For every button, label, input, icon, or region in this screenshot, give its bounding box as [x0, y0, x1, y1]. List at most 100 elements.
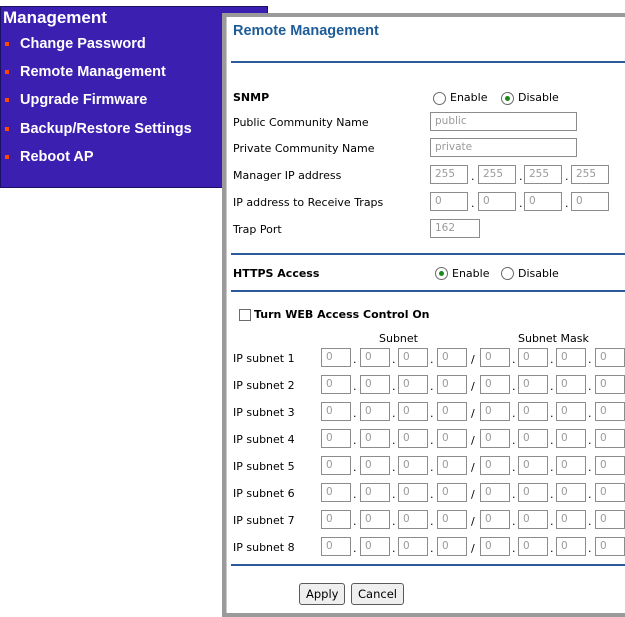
menu-item-reboot-ap[interactable]: Reboot AP: [5, 149, 94, 165]
subnet-mask-octet-input[interactable]: 0: [518, 375, 548, 394]
subnet-row-label: IP subnet 4: [233, 433, 295, 446]
subnet-mask-octet-input[interactable]: 0: [480, 483, 510, 502]
apply-button[interactable]: Apply: [299, 583, 346, 605]
ip-dot: .: [353, 515, 357, 528]
ip-dot: .: [353, 542, 357, 555]
subnet-mask-octet-input[interactable]: 0: [556, 348, 586, 367]
subnet-octet-input[interactable]: 0: [360, 375, 390, 394]
subnet-octet-input[interactable]: 0: [321, 510, 351, 529]
subnet-octet-input[interactable]: 0: [321, 429, 351, 448]
traps-ip-octet-1[interactable]: 0: [430, 192, 468, 211]
subnet-mask-octet-input[interactable]: 0: [556, 537, 586, 556]
subnet-row-label: IP subnet 3: [233, 406, 295, 419]
subnet-octet-input[interactable]: 0: [398, 537, 428, 556]
subnet-mask-octet-input[interactable]: 0: [518, 402, 548, 421]
subnet-mask-octet-input[interactable]: 0: [595, 510, 625, 529]
private-community-input[interactable]: private: [430, 138, 577, 157]
subnet-mask-octet-input[interactable]: 0: [480, 375, 510, 394]
subnet-octet-input[interactable]: 0: [437, 483, 467, 502]
subnet-mask-octet-input[interactable]: 0: [595, 375, 625, 394]
subnet-octet-input[interactable]: 0: [360, 510, 390, 529]
subnet-mask-octet-input[interactable]: 0: [480, 456, 510, 475]
subnet-octet-input[interactable]: 0: [437, 537, 467, 556]
subnet-octet-input[interactable]: 0: [398, 510, 428, 529]
ip-dot: .: [392, 380, 396, 393]
trap-port-input[interactable]: 162: [430, 219, 480, 238]
traps-ip-octet-2[interactable]: 0: [478, 192, 516, 211]
subnet-octet-input[interactable]: 0: [437, 429, 467, 448]
subnet-octet-input[interactable]: 0: [437, 348, 467, 367]
subnet-mask-octet-input[interactable]: 0: [556, 483, 586, 502]
subnet-octet-input[interactable]: 0: [398, 348, 428, 367]
subnet-mask-octet-input[interactable]: 0: [518, 429, 548, 448]
subnet-octet-input[interactable]: 0: [398, 456, 428, 475]
bullet-icon: [5, 70, 9, 75]
subnet-mask-octet-input[interactable]: 0: [595, 348, 625, 367]
subnet-octet-input[interactable]: 0: [321, 456, 351, 475]
subnet-mask-octet-input[interactable]: 0: [480, 402, 510, 421]
subnet-octet-input[interactable]: 0: [398, 402, 428, 421]
subnet-mask-octet-input[interactable]: 0: [556, 375, 586, 394]
ip-dot: .: [588, 488, 592, 501]
manager-ip-octet-2[interactable]: 255: [478, 165, 516, 184]
manager-ip-octet-4[interactable]: 255: [571, 165, 609, 184]
subnet-octet-input[interactable]: 0: [360, 456, 390, 475]
subnet-mask-octet-input[interactable]: 0: [480, 348, 510, 367]
menu-item-change-password[interactable]: Change Password: [5, 36, 146, 52]
traps-ip-label: IP address to Receive Traps: [233, 196, 384, 209]
subnet-octet-input[interactable]: 0: [321, 402, 351, 421]
ip-dot: .: [392, 461, 396, 474]
subnet-octet-input[interactable]: 0: [437, 375, 467, 394]
subnet-octet-input[interactable]: 0: [321, 375, 351, 394]
ip-dot: .: [471, 170, 475, 183]
subnet-octet-input[interactable]: 0: [437, 456, 467, 475]
cancel-button[interactable]: Cancel: [351, 583, 404, 605]
subnet-octet-input[interactable]: 0: [437, 402, 467, 421]
web-access-checkbox[interactable]: [239, 309, 251, 321]
subnet-mask-octet-input[interactable]: 0: [556, 402, 586, 421]
subnet-slash: /: [471, 542, 475, 555]
subnet-mask-octet-input[interactable]: 0: [595, 402, 625, 421]
subnet-mask-octet-input[interactable]: 0: [556, 456, 586, 475]
subnet-octet-input[interactable]: 0: [398, 375, 428, 394]
subnet-mask-octet-input[interactable]: 0: [480, 429, 510, 448]
subnet-mask-octet-input[interactable]: 0: [556, 429, 586, 448]
subnet-octet-input[interactable]: 0: [321, 483, 351, 502]
subnet-octet-input[interactable]: 0: [321, 537, 351, 556]
subnet-mask-octet-input[interactable]: 0: [595, 537, 625, 556]
subnet-octet-input[interactable]: 0: [360, 429, 390, 448]
traps-ip-octet-3[interactable]: 0: [524, 192, 562, 211]
manager-ip-octet-1[interactable]: 255: [430, 165, 468, 184]
subnet-mask-octet-input[interactable]: 0: [595, 429, 625, 448]
traps-ip-octet-4[interactable]: 0: [571, 192, 609, 211]
subnet-octet-input[interactable]: 0: [360, 537, 390, 556]
subnet-mask-octet-input[interactable]: 0: [518, 456, 548, 475]
subnet-mask-octet-input[interactable]: 0: [556, 510, 586, 529]
public-community-input[interactable]: public: [430, 112, 577, 131]
menu-item-backup-restore[interactable]: Backup/Restore Settings: [5, 121, 192, 137]
subnet-octet-input[interactable]: 0: [360, 402, 390, 421]
subnet-row-label: IP subnet 7: [233, 514, 295, 527]
subnet-mask-octet-input[interactable]: 0: [595, 456, 625, 475]
subnet-mask-octet-input[interactable]: 0: [518, 348, 548, 367]
snmp-disable-radio[interactable]: [501, 92, 514, 105]
subnet-octet-input[interactable]: 0: [437, 510, 467, 529]
subnet-octet-input[interactable]: 0: [398, 429, 428, 448]
subnet-mask-octet-input[interactable]: 0: [595, 483, 625, 502]
manager-ip-octet-3[interactable]: 255: [524, 165, 562, 184]
subnet-mask-octet-input[interactable]: 0: [518, 483, 548, 502]
subnet-octet-input[interactable]: 0: [321, 348, 351, 367]
menu-item-upgrade-firmware[interactable]: Upgrade Firmware: [5, 92, 147, 108]
subnet-mask-octet-input[interactable]: 0: [518, 537, 548, 556]
https-disable-radio[interactable]: [501, 267, 514, 280]
https-enable-radio[interactable]: [435, 267, 448, 280]
subnet-octet-input[interactable]: 0: [360, 483, 390, 502]
snmp-enable-radio[interactable]: [433, 92, 446, 105]
subnet-mask-octet-input[interactable]: 0: [480, 537, 510, 556]
subnet-octet-input[interactable]: 0: [360, 348, 390, 367]
subnet-mask-octet-input[interactable]: 0: [518, 510, 548, 529]
subnet-mask-octet-input[interactable]: 0: [480, 510, 510, 529]
ip-dot: .: [512, 488, 516, 501]
subnet-octet-input[interactable]: 0: [398, 483, 428, 502]
menu-item-remote-management[interactable]: Remote Management: [5, 64, 166, 80]
